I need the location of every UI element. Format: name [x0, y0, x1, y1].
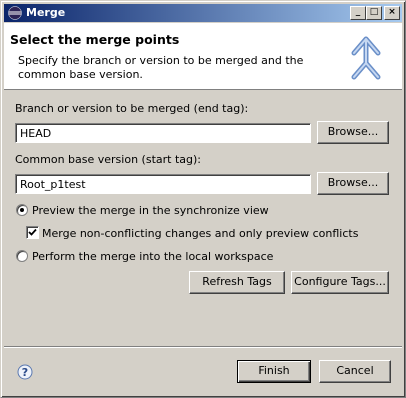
wizard-banner: Select the merge points Specify the bran… [4, 23, 402, 90]
minimize-icon: _ [355, 7, 361, 17]
end-tag-input[interactable] [15, 123, 311, 143]
maximize-button[interactable]: □ [366, 6, 382, 20]
perform-merge-label[interactable]: Perform the merge into the local workspa… [32, 250, 273, 263]
radio-selected-dot [20, 208, 24, 212]
perform-merge-radio[interactable] [16, 250, 28, 262]
eclipse-icon [8, 6, 22, 20]
svg-text:?: ? [22, 366, 28, 379]
checkmark-icon [28, 228, 37, 236]
start-tag-label: Common base version (start tag): [15, 153, 201, 166]
page-description: Specify the branch or version to be merg… [18, 54, 304, 81]
close-icon: × [388, 7, 396, 17]
maximize-icon: □ [369, 7, 379, 17]
help-icon[interactable]: ? [17, 364, 33, 380]
end-tag-browse-button[interactable]: Browse... [317, 121, 389, 144]
title-bar[interactable]: Merge _ □ × [4, 4, 402, 22]
window-title: Merge [26, 6, 66, 19]
footer-separator [4, 346, 402, 348]
preview-merge-label[interactable]: Preview the merge in the synchronize vie… [32, 204, 269, 217]
merge-nonconflicting-checkbox[interactable] [26, 226, 39, 239]
start-tag-input[interactable] [15, 174, 311, 194]
merge-arrows-icon [351, 36, 381, 80]
minimize-button[interactable]: _ [350, 6, 366, 20]
start-tag-browse-button[interactable]: Browse... [317, 172, 389, 195]
cancel-button[interactable]: Cancel [319, 360, 391, 383]
merge-nonconflicting-label[interactable]: Merge non-conflicting changes and only p… [42, 227, 358, 240]
finish-button[interactable]: Finish [237, 360, 311, 383]
close-button[interactable]: × [384, 6, 400, 20]
page-title: Select the merge points [10, 32, 180, 47]
end-tag-label: Branch or version to be merged (end tag)… [15, 102, 249, 115]
refresh-tags-button[interactable]: Refresh Tags [189, 271, 285, 294]
preview-merge-radio[interactable] [16, 204, 28, 216]
merge-dialog: Merge _ □ × Select the merge points Spec… [0, 0, 406, 398]
configure-tags-button[interactable]: Configure Tags... [291, 271, 389, 294]
